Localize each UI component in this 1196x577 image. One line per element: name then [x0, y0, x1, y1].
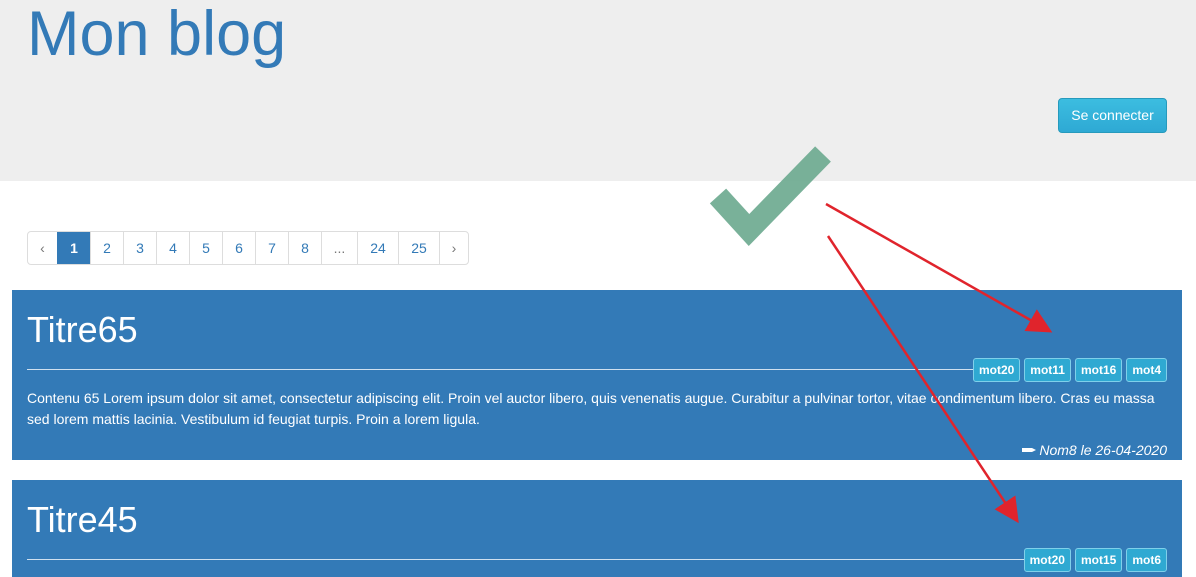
- page-5[interactable]: 5: [189, 232, 222, 264]
- post-card: Titre65 mot20 mot11 mot16 mot4 Contenu 6…: [12, 290, 1182, 460]
- site-header: Mon blog Se connecter: [0, 0, 1196, 181]
- pagination-next[interactable]: ›: [439, 232, 468, 264]
- post-tags: mot20 mot15 mot6: [1023, 548, 1167, 572]
- page-1[interactable]: 1: [57, 232, 90, 264]
- blog-title: Mon blog: [27, 0, 287, 69]
- tag-badge[interactable]: mot11: [1024, 358, 1071, 382]
- post-divider: [27, 369, 987, 370]
- page-24[interactable]: 24: [357, 232, 398, 264]
- pencil-icon: [1021, 441, 1037, 459]
- post-card: Titre45 mot20 mot15 mot6: [12, 480, 1182, 577]
- post-author-date: Nom8 le 26-04-2020: [1039, 442, 1167, 458]
- tag-badge[interactable]: mot6: [1126, 548, 1167, 572]
- post-divider: [27, 559, 1037, 560]
- page-3[interactable]: 3: [123, 232, 156, 264]
- page-2[interactable]: 2: [90, 232, 123, 264]
- post-title[interactable]: Titre45: [27, 498, 138, 542]
- tag-badge[interactable]: mot16: [1074, 358, 1123, 382]
- tag-badge[interactable]: mot4: [1126, 358, 1167, 382]
- page-8[interactable]: 8: [288, 232, 321, 264]
- page-25[interactable]: 25: [398, 232, 439, 264]
- post-footer: Nom8 le 26-04-2020: [1021, 441, 1167, 459]
- post-title[interactable]: Titre65: [27, 308, 138, 352]
- post-tags: mot20 mot11 mot16 mot4: [972, 358, 1167, 382]
- page-4[interactable]: 4: [156, 232, 189, 264]
- page-7[interactable]: 7: [255, 232, 288, 264]
- tag-badge[interactable]: mot20: [972, 358, 1021, 382]
- post-content: Contenu 65 Lorem ipsum dolor sit amet, c…: [27, 390, 1155, 427]
- pagination-prev[interactable]: ‹: [28, 232, 57, 264]
- page-ellipsis: ...: [321, 232, 357, 264]
- page-6[interactable]: 6: [222, 232, 255, 264]
- login-button[interactable]: Se connecter: [1058, 98, 1167, 133]
- tag-badge[interactable]: mot20: [1023, 548, 1071, 572]
- tag-badge[interactable]: mot15: [1074, 548, 1123, 572]
- pagination: ‹ 1 2 3 4 5 6 7 8 ... 24 25 ›: [27, 231, 469, 265]
